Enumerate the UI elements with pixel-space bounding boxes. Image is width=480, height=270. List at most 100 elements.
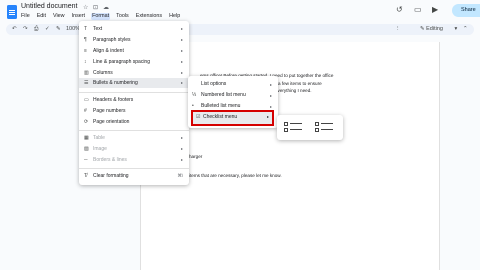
menu-item-checklist[interactable]: ☑ Checklist menu ▸ (191, 110, 274, 126)
checkbox-icon (284, 122, 288, 126)
align-icon: ≡ (84, 48, 87, 54)
menu-item-clear-formatting[interactable]: T̸ Clear formatting ⌘\ (79, 171, 189, 181)
menu-format[interactable]: Format (91, 13, 111, 20)
menu-item-page-numbers[interactable]: # Page numbers (79, 106, 189, 116)
menu-item-line-spacing[interactable]: ↕ Line & paragraph spacing ▸ (79, 57, 189, 67)
table-icon: ▦ (84, 135, 89, 141)
menu-item-image: ▨ Image ▸ (79, 144, 189, 154)
menu-edit[interactable]: Edit (36, 13, 47, 20)
menu-item-label: Table (93, 135, 105, 141)
zoom-select[interactable]: 100% (66, 26, 80, 32)
menu-item-table: ▦ Table ▸ (79, 133, 189, 143)
star-icon[interactable]: ☆ (83, 4, 88, 11)
submenu-arrow-icon: ▸ (180, 48, 183, 53)
menu-item-label: Text (93, 26, 103, 32)
doc-text-line: items that are necessary, please let me … (189, 173, 282, 178)
menu-divider (79, 130, 189, 131)
columns-icon: ▥ (84, 70, 89, 76)
checklist-icon: ☑ (196, 114, 201, 120)
editing-mode-select[interactable]: ✎ Editing ▾ (420, 26, 457, 32)
menu-insert[interactable]: Insert (71, 13, 86, 20)
orientation-icon: ⟳ (84, 119, 89, 125)
menu-help[interactable]: Help (168, 13, 181, 20)
menu-item-label: Bulleted list menu (201, 103, 241, 109)
menu-item-numbered-list[interactable]: ⅓ Numbered list menu ▸ (188, 90, 278, 101)
doc-text-line: harger (189, 154, 203, 159)
move-folder-icon[interactable]: ⊡ (93, 4, 98, 11)
menu-extensions[interactable]: Extensions (135, 13, 163, 20)
document-title[interactable]: Untitled document (21, 3, 77, 10)
submenu-arrow-icon: ▸ (180, 26, 183, 31)
checked-checkbox-icon (315, 128, 319, 132)
share-label: Share (461, 7, 476, 13)
docs-logo-icon[interactable] (7, 5, 17, 19)
comment-icon[interactable]: ▭ (414, 5, 422, 14)
menu-item-columns[interactable]: ▥ Columns ▸ (79, 68, 189, 78)
menu-tools[interactable]: Tools (115, 13, 130, 20)
checklist-strikethrough-option[interactable] (311, 118, 338, 137)
submenu-arrow-icon: ▸ (180, 80, 183, 85)
print-icon[interactable]: ⎙ (34, 26, 38, 33)
menu-divider (79, 168, 189, 169)
shortcut-label: ⌘\ (177, 173, 183, 178)
submenu-arrow-icon: ▸ (180, 146, 183, 151)
text-icon: T (84, 26, 88, 32)
submenu-arrow-icon: ▸ (180, 70, 183, 75)
line-placeholder (321, 129, 333, 131)
menu-item-paragraph-styles[interactable]: ¶ Paragraph styles ▸ (79, 35, 189, 45)
menu-file[interactable]: File (20, 13, 31, 20)
menu-item-bullets-numbering[interactable]: ☰ Bullets & numbering ▸ (79, 78, 189, 88)
menu-view[interactable]: View (52, 13, 66, 20)
checkbox-icon (284, 128, 288, 132)
paint-format-icon[interactable]: ✎ (56, 26, 61, 32)
menu-item-borders-lines: ─ Borders & lines ▸ (79, 155, 189, 165)
menu-item-label: Numbered list menu (201, 92, 246, 98)
borders-icon: ─ (84, 157, 88, 163)
submenu-arrow-icon: ▸ (180, 135, 183, 140)
redo-icon[interactable]: ↷ (23, 26, 28, 32)
submenu-arrow-icon: ▸ (180, 157, 183, 162)
paragraph-icon: ¶ (84, 37, 87, 43)
collapse-toolbar-icon[interactable]: ⌃ (463, 26, 468, 32)
doc-text-line: everything I need. (275, 88, 312, 93)
menu-item-label: Headers & footers (93, 97, 134, 103)
menu-item-list-options[interactable]: List options ▸ (188, 79, 278, 90)
cloud-status-icon[interactable]: ☁ (103, 4, 109, 11)
menu-item-label: Align & indent (93, 48, 124, 54)
menu-item-label: Columns (93, 70, 113, 76)
share-button[interactable]: Share (452, 4, 480, 17)
menu-item-align-indent[interactable]: ≡ Align & indent ▸ (79, 46, 189, 56)
undo-icon[interactable]: ↶ (12, 26, 17, 32)
menu-item-page-orientation[interactable]: ⟳ Page orientation (79, 117, 189, 127)
menu-item-headers-footers[interactable]: ▭ Headers & footers (79, 95, 189, 105)
image-icon: ▨ (84, 146, 89, 152)
menu-item-label: Page orientation (93, 119, 130, 125)
clear-formatting-icon: T̸ (84, 173, 88, 179)
submenu-arrow-icon: ▸ (269, 93, 272, 98)
checklist-style-option[interactable] (280, 118, 307, 137)
chevron-down-icon: ▾ (454, 26, 458, 32)
line-spacing-icon: ↕ (84, 59, 87, 65)
format-menu: T Text ▸ ¶ Paragraph styles ▸ ≡ Align & inden… (79, 21, 189, 185)
meet-icon[interactable]: ▶ (432, 5, 438, 14)
menu-bar: File Edit View Insert Format Tools Exten… (20, 13, 181, 20)
history-icon[interactable]: ↺ (396, 5, 403, 14)
spellcheck-icon[interactable]: ✓ (45, 26, 50, 32)
submenu-arrow-icon: ▸ (180, 37, 183, 42)
line-placeholder (290, 123, 302, 125)
line-placeholder (290, 129, 302, 131)
pencil-icon: ✎ (420, 26, 425, 32)
menu-item-label: Line & paragraph spacing (93, 59, 150, 65)
menu-item-label: Page numbers (93, 108, 126, 114)
menu-item-label: Clear formatting (93, 173, 129, 179)
numbered-list-icon: ⅓ (192, 92, 197, 98)
menu-item-text[interactable]: T Text ▸ (79, 24, 189, 34)
menu-divider (79, 92, 189, 93)
checked-checkbox-icon (315, 122, 319, 126)
menu-item-label: Bullets & numbering (93, 80, 138, 86)
page-number-icon: # (84, 108, 87, 114)
doc-text-line: a few items to ensure (278, 81, 322, 86)
menu-item-label: Image (93, 146, 107, 152)
more-options-icon[interactable]: ⋮ (395, 26, 401, 32)
menu-item-label: Checklist menu (203, 114, 238, 120)
